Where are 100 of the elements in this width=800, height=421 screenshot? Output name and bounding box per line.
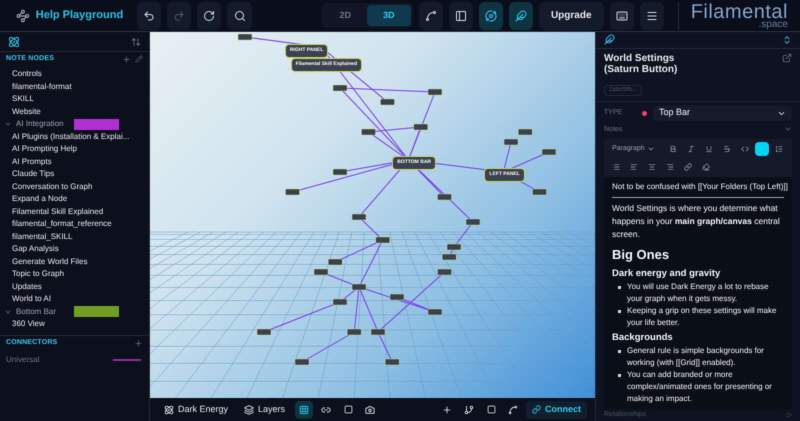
graph-node[interactable]	[285, 188, 300, 196]
search-icon	[234, 10, 246, 22]
heading-text: Big Ones	[612, 246, 670, 264]
view-mode-tab[interactable]: 2D	[324, 4, 368, 26]
graph-node[interactable]	[361, 128, 376, 136]
play-icon[interactable]	[786, 412, 792, 418]
search-button[interactable]	[227, 2, 252, 30]
paragraph-text: World Settings is where you determine what happens in your main graph/canvas central screen.	[612, 202, 781, 241]
note-item[interactable]: SKILL	[0, 93, 149, 106]
dark-energy-button[interactable]: Dark Energy	[158, 400, 234, 418]
note-item[interactable]: Topic to Graph	[0, 268, 149, 280]
graph-node[interactable]	[542, 148, 556, 156]
refresh-button[interactable]	[197, 2, 222, 30]
note-item[interactable]: Controls	[0, 68, 149, 80]
panel-toggle-button[interactable]	[448, 2, 473, 30]
note-item[interactable]: Website	[0, 106, 149, 118]
edit-icon[interactable]	[135, 54, 143, 62]
logo-icon	[16, 8, 30, 24]
note-item[interactable]: Claude Tips	[0, 168, 149, 180]
world-settings-button[interactable]	[478, 2, 503, 30]
graph-node[interactable]	[414, 124, 428, 130]
curve-icon	[508, 404, 518, 414]
graph-node[interactable]	[332, 298, 348, 306]
connect-button[interactable]: Connect	[526, 400, 587, 418]
subheading-text: Dark energy and gravity	[612, 266, 722, 280]
menu-button[interactable]	[640, 2, 664, 30]
refresh-icon	[203, 10, 216, 22]
note-item[interactable]: AI Prompting Help	[0, 143, 149, 156]
group-label[interactable]: Bottom Bar	[16, 306, 74, 318]
note-item[interactable]: AI Prompts	[0, 156, 149, 168]
graph-node[interactable]	[352, 214, 366, 220]
upgrade-button[interactable]: Upgrade	[538, 2, 604, 30]
graph-node[interactable]	[442, 254, 456, 260]
layers-button[interactable]: Layers	[238, 400, 292, 418]
bullet-icon	[618, 350, 621, 353]
note-item[interactable]: Expand a Node	[0, 193, 149, 206]
node-title[interactable]: World Settings (Saturn Button)	[604, 52, 704, 74]
graph-node[interactable]	[428, 308, 442, 316]
color-swatch-button[interactable]	[754, 142, 769, 156]
graph-node[interactable]	[332, 84, 348, 92]
add-icon[interactable]	[122, 54, 131, 64]
undo-button[interactable]	[137, 2, 162, 30]
menu-icon	[646, 10, 658, 22]
graph-node[interactable]	[352, 284, 366, 290]
note-item[interactable]: Conversation to Graph	[0, 180, 149, 193]
graph-node[interactable]	[385, 358, 400, 366]
graph-node[interactable]	[518, 128, 532, 136]
graph-node[interactable]	[370, 328, 386, 336]
graph-node[interactable]	[437, 194, 452, 200]
brand-logo-suffix: .space	[758, 20, 788, 30]
note-item[interactable]: Updates	[0, 280, 149, 293]
expand-icon[interactable]	[782, 34, 792, 45]
graph-node[interactable]	[390, 294, 404, 300]
note-item[interactable]: Generate World Files	[0, 256, 149, 268]
graph-node[interactable]	[532, 188, 547, 196]
graph-node[interactable]	[238, 34, 252, 40]
connector-label[interactable]: Universal	[6, 354, 113, 366]
redo-button[interactable]	[167, 2, 192, 30]
note-item[interactable]: World to AI	[0, 293, 149, 306]
graph-node[interactable]	[314, 268, 328, 276]
notes-editor[interactable]	[604, 177, 792, 409]
feather-icon[interactable]	[604, 34, 615, 46]
layers-icon	[244, 404, 254, 414]
graph-node[interactable]	[256, 328, 272, 336]
note-item[interactable]: 360 View	[0, 318, 149, 330]
graph-node[interactable]	[428, 88, 442, 96]
feather-button[interactable]	[508, 2, 533, 30]
note-item[interactable]: filamental-format	[0, 80, 149, 93]
square-icon	[486, 405, 496, 414]
subheading-text: Backgrounds	[612, 330, 674, 345]
note-item[interactable]: Gap Analysis	[0, 243, 149, 256]
camera-icon	[365, 404, 376, 414]
sort-icon[interactable]	[131, 36, 141, 46]
eraser-icon	[702, 163, 710, 171]
graph-node[interactable]	[332, 168, 348, 176]
keyboard-button[interactable]	[610, 2, 634, 30]
graph-node[interactable]	[437, 268, 452, 276]
group-label[interactable]: AI Integration	[16, 118, 74, 130]
graph-button[interactable]	[418, 2, 443, 30]
graph-node[interactable]	[347, 328, 362, 336]
type-select[interactable]: Top Bar	[653, 106, 792, 120]
graph-node[interactable]	[466, 218, 480, 226]
project-title[interactable]: Help Playground	[36, 7, 124, 24]
graph-node[interactable]	[376, 236, 390, 244]
graph-node[interactable]	[380, 98, 395, 106]
note-item[interactable]: filamental_format_reference	[0, 218, 149, 230]
align-right-icon	[666, 163, 674, 171]
graph-node[interactable]	[446, 244, 462, 250]
redo-icon	[173, 10, 186, 22]
note-item[interactable]: AI Plugins (Installation & Explai...	[0, 130, 149, 143]
graph-node[interactable]	[294, 358, 310, 366]
grid-button[interactable]	[295, 400, 314, 418]
nodes-tab-icon[interactable]	[8, 36, 20, 48]
graph-node[interactable]	[328, 258, 342, 266]
note-item[interactable]: filamental_SKILL	[0, 230, 149, 243]
open-external-icon[interactable]	[782, 52, 792, 62]
graph-node[interactable]	[504, 138, 518, 146]
add-icon[interactable]	[134, 338, 143, 348]
view-mode-tab[interactable]: 3D	[367, 4, 411, 26]
note-item[interactable]: Filamental Skill Explained	[0, 206, 149, 218]
